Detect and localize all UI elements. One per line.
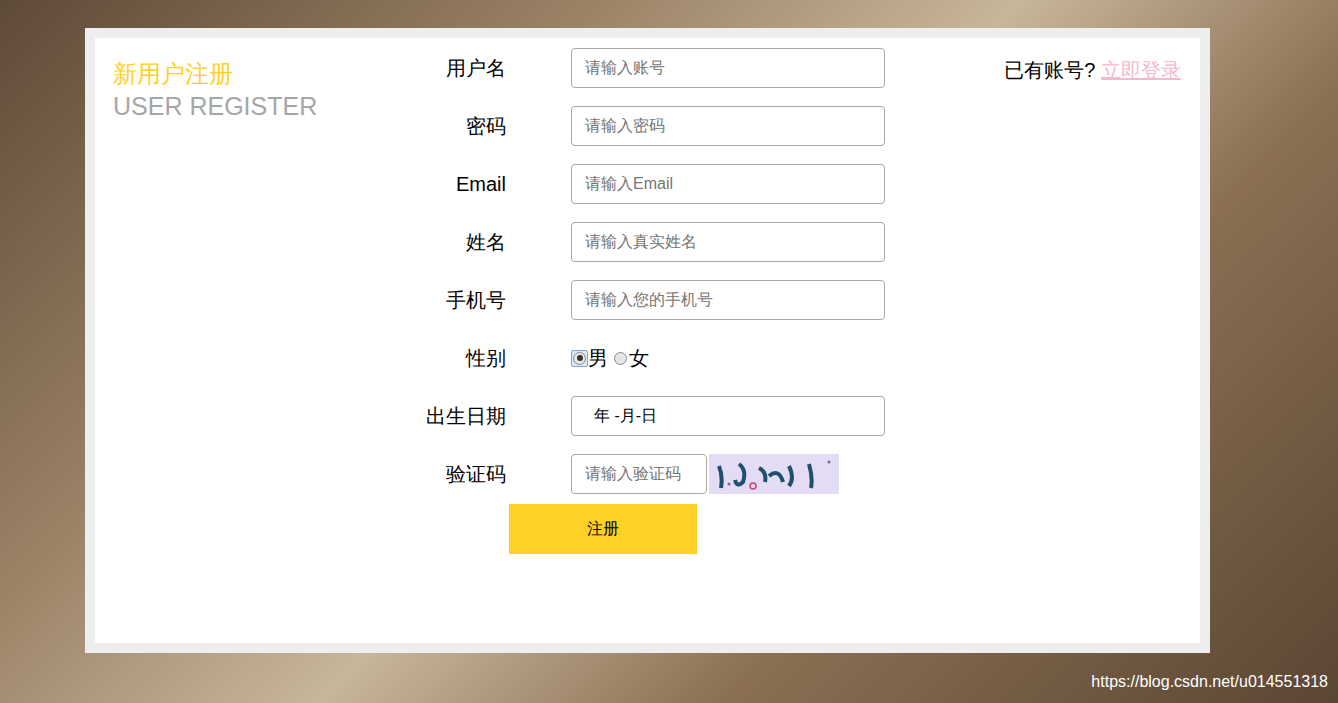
captcha-input[interactable] bbox=[571, 454, 707, 494]
captcha-row bbox=[571, 454, 839, 494]
login-prompt-text: 已有账号? bbox=[1004, 59, 1101, 81]
watermark: https://blog.csdn.net/u014551318 bbox=[1091, 670, 1328, 694]
field-label: 性别 bbox=[395, 343, 506, 373]
login-link[interactable]: 立即登录 bbox=[1101, 59, 1181, 81]
subtitle: USER REGISTER bbox=[113, 90, 395, 122]
field-label: 验证码 bbox=[395, 459, 506, 489]
register-card: 新用户注册USER REGISTER用户名密码 Email 姓名手机号性别 男女出生日… bbox=[85, 28, 1210, 653]
form-row: 姓名 bbox=[395, 222, 885, 262]
field-label: 密码 bbox=[395, 111, 506, 141]
captcha-image-icon[interactable] bbox=[709, 454, 839, 494]
text-input[interactable] bbox=[571, 106, 885, 146]
page: 新用户注册USER REGISTER用户名密码 Email 姓名手机号性别 男女出生日… bbox=[0, 0, 1338, 703]
field-label: Email bbox=[395, 169, 506, 199]
title: 新用户注册 bbox=[113, 58, 395, 90]
form-row: 性别 男女 bbox=[395, 338, 885, 378]
register-button[interactable]: 注册 bbox=[509, 504, 697, 554]
form-row: 密码 bbox=[395, 106, 885, 146]
field-label: 手机号 bbox=[395, 285, 506, 315]
radio-label: 男 bbox=[588, 343, 608, 373]
date-input[interactable]: 年 -月-日 bbox=[571, 396, 885, 436]
form-row: 验证码 bbox=[395, 454, 885, 494]
card-heading: 新用户注册USER REGISTER bbox=[95, 38, 395, 643]
gender-option[interactable]: 女 bbox=[612, 343, 649, 373]
gender-option[interactable]: 男 bbox=[571, 343, 608, 373]
gender-radio-group: 男女 bbox=[571, 338, 653, 378]
text-input[interactable] bbox=[571, 222, 885, 262]
radio-button[interactable] bbox=[571, 350, 588, 367]
form-row: Email bbox=[395, 164, 885, 204]
form-row: 用户名 bbox=[395, 48, 885, 88]
field-label: 姓名 bbox=[395, 227, 506, 257]
register-form: 用户名密码 Email 姓名手机号性别 男女出生日期 年 -月-日验证码注册 bbox=[395, 38, 885, 643]
text-input[interactable] bbox=[571, 48, 885, 88]
text-input[interactable] bbox=[571, 280, 885, 320]
field-label: 出生日期 bbox=[395, 401, 506, 431]
radio-button[interactable] bbox=[612, 350, 629, 367]
field-label: 用户名 bbox=[395, 53, 506, 83]
form-row: 手机号 bbox=[395, 280, 885, 320]
text-input[interactable] bbox=[571, 164, 885, 204]
date-value: 年 -月-日 bbox=[594, 404, 657, 428]
radio-label: 女 bbox=[629, 343, 649, 373]
form-row: 出生日期 年 -月-日 bbox=[395, 396, 885, 436]
login-prompt: 已有账号? 立即登录 bbox=[885, 38, 1200, 643]
